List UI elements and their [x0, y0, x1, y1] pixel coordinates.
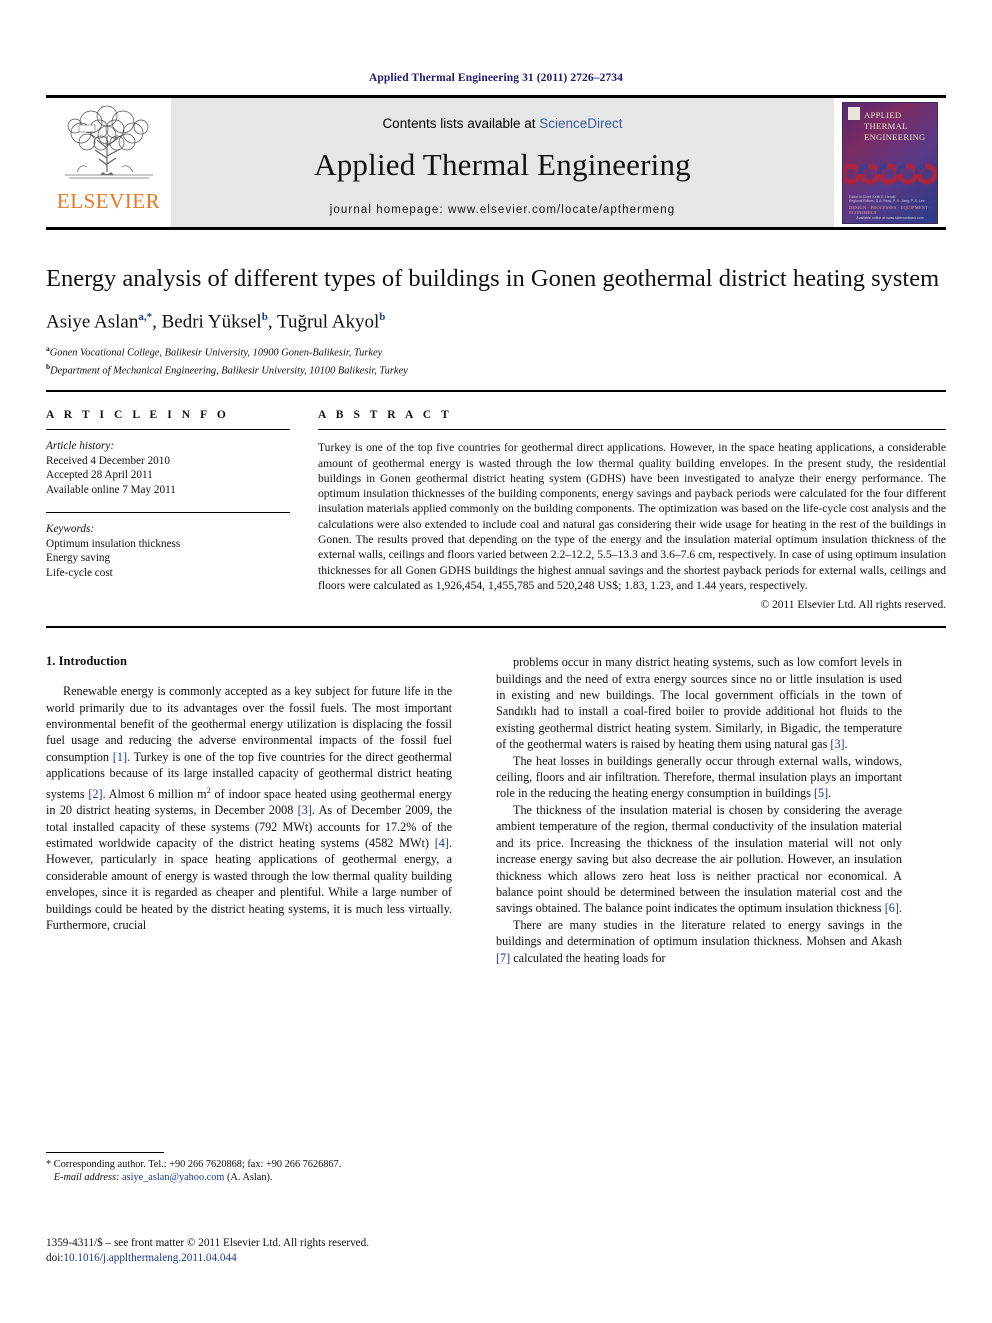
body-columns: 1. Introduction Renewable energy is comm…	[46, 628, 946, 966]
elsevier-tree-icon	[64, 105, 153, 179]
elsevier-wordmark: ELSEVIER	[56, 189, 161, 213]
email-suffix: (A. Aslan).	[227, 1172, 273, 1184]
title-block: Energy analysis of different types of bu…	[46, 230, 946, 377]
journal-cover-thumbnail[interactable]: APPLIED THERMAL ENGINEERING Editor-in-Ch…	[834, 98, 946, 227]
body-column-left: 1. Introduction Renewable energy is comm…	[46, 654, 474, 966]
cover-editor-line-2: Regional Editors: D.A. Reay, P.-X. Jiang…	[849, 199, 925, 204]
body-paragraph: Renewable energy is commonly accepted as…	[46, 684, 453, 932]
corresponding-author-note: * Corresponding author. Tel.: +90 266 76…	[46, 1159, 342, 1170]
article-history-item: Received 4 December 2010	[46, 454, 170, 467]
imprint-block: 1359-4311/$ – see front matter © 2011 El…	[46, 1236, 546, 1266]
cover-title: APPLIED THERMAL ENGINEERING	[864, 110, 926, 143]
article-history-item: Accepted 28 April 2011	[46, 469, 153, 482]
affiliation-text: Gonen Vocational College, Balikesir Univ…	[49, 347, 383, 359]
keywords-label: Keywords:	[46, 523, 95, 536]
author-affiliation-mark: a,*	[138, 311, 153, 323]
abstract-heading: A B S T R A C T	[318, 409, 453, 422]
email-label: E-mail address:	[53, 1172, 120, 1184]
author-name[interactable]: Asiye Aslan	[46, 311, 138, 332]
keyword-item: Life-cycle cost	[46, 566, 113, 579]
journal-homepage-line[interactable]: journal homepage: www.elsevier.com/locat…	[330, 204, 676, 216]
author-name[interactable]: Bedri Yüksel	[162, 311, 262, 332]
cover-chain-graphic	[843, 163, 937, 184]
keyword-item: Energy saving	[46, 552, 111, 565]
body-paragraph: There are many studies in the literature…	[496, 917, 902, 965]
abstract-divider	[318, 429, 946, 431]
footnote-rule	[46, 1152, 164, 1153]
footnote-block: * Corresponding author. Tel.: +90 266 76…	[46, 1152, 474, 1185]
cover-title-line-2: THERMAL	[864, 120, 908, 131]
body-column-right: problems occur in many district heating …	[474, 654, 902, 966]
body-paragraph: The heat losses in buildings generally o…	[496, 753, 902, 801]
cover-artwork: APPLIED THERMAL ENGINEERING Editor-in-Ch…	[842, 101, 938, 224]
email-note: E-mail address: asiye_aslan@yahoo.com (A…	[46, 1171, 474, 1184]
affiliation-item: aGonen Vocational College, Balikesir Uni…	[46, 342, 946, 359]
keywords-group: Keywords: Optimum insulation thickness E…	[46, 522, 290, 580]
journal-band: Contents lists available at ScienceDirec…	[171, 98, 834, 227]
affiliation-item: bDepartment of Mechanical Engineering, B…	[46, 360, 946, 377]
journal-masthead: ELSEVIER Contents lists available at Sci…	[46, 95, 946, 230]
abstract-copyright: © 2011 Elsevier Ltd. All rights reserved…	[760, 599, 946, 612]
cover-footer: Available online at www.sciencedirect.co…	[843, 216, 937, 220]
cover-footer-text: Available online at www.sciencedirect.co…	[856, 215, 924, 220]
cover-title-line-3: ENGINEERING	[864, 131, 926, 142]
info-abstract-section: A R T I C L E I N F O Article history: R…	[46, 392, 946, 611]
article-info-heading: A R T I C L E I N F O	[46, 409, 230, 422]
cover-title-line-1: APPLIED	[864, 109, 902, 120]
author-name[interactable]: Tuğrul Akyol	[277, 311, 379, 332]
affiliation-text: Department of Mechanical Engineering, Ba…	[50, 365, 408, 377]
abstract-text: Turkey is one of the top five countries …	[318, 441, 946, 592]
running-head: Applied Thermal Engineering 31 (2011) 27…	[369, 72, 623, 84]
article-history-item: Available online 7 May 2011	[46, 483, 176, 496]
article-info-column: A R T I C L E I N F O Article history: R…	[46, 409, 308, 611]
contents-prefix: Contents lists available at	[382, 115, 540, 131]
author-affiliation-mark: b	[261, 311, 268, 323]
page-title: Energy analysis of different types of bu…	[46, 265, 940, 292]
cover-elsevier-mark-icon	[848, 106, 860, 120]
sciencedirect-link[interactable]: ScienceDirect	[539, 116, 622, 131]
keywords-divider	[46, 512, 290, 514]
article-history-group: Article history: Received 4 December 201…	[46, 439, 290, 497]
author-affiliation-mark: b	[379, 311, 386, 323]
body-paragraph: problems occur in many district heating …	[496, 655, 902, 752]
keyword-item: Optimum insulation thickness	[46, 537, 181, 550]
cover-keywords: DESIGN · PROCESSES · EQUIPMENT · ECONOMI…	[849, 204, 931, 215]
doi-link[interactable]: 10.1016/j.applthermaleng.2011.04.044	[63, 1252, 236, 1264]
imprint-front-matter: 1359-4311/$ – see front matter © 2011 El…	[46, 1237, 370, 1249]
paper-page: Applied Thermal Engineering 31 (2011) 27…	[0, 0, 992, 1323]
elsevier-logo: ELSEVIER	[46, 98, 171, 227]
author-list: Asiye Aslana,*, Bedri Yükselb, Tuğrul Ak…	[46, 311, 386, 333]
body-paragraph: The thickness of the insulation material…	[496, 802, 902, 916]
section-heading-introduction: 1. Introduction	[46, 654, 127, 669]
journal-title: Applied Thermal Engineering	[314, 146, 691, 182]
article-info-divider	[46, 429, 290, 431]
affiliation-list: aGonen Vocational College, Balikesir Uni…	[46, 342, 946, 377]
cover-editors: Editor-in-Chief: Keith E. Herold Regiona…	[849, 195, 925, 204]
abstract-column: A B S T R A C T Turkey is one of the top…	[308, 409, 946, 611]
imprint-doi-line: doi:10.1016/j.applthermaleng.2011.04.044	[46, 1251, 546, 1266]
email-link[interactable]: asiye_aslan@yahoo.com	[122, 1172, 224, 1183]
contents-available-line: Contents lists available at ScienceDirec…	[382, 116, 622, 131]
doi-prefix: doi:	[46, 1252, 64, 1264]
article-history-label: Article history:	[46, 440, 115, 453]
